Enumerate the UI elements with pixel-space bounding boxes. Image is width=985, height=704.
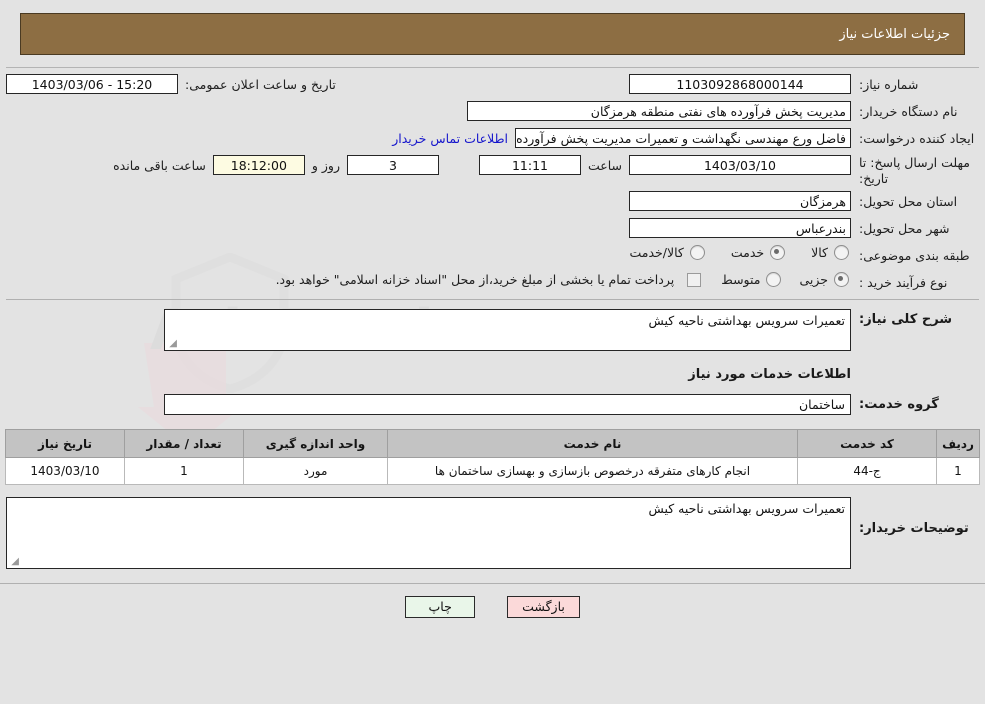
row-need-number: شماره نیاز: 1103092868000144 تاریخ و ساع… [6,74,979,96]
th-need-date: تاریخ نیاز [5,429,125,459]
process-radio-group: جزیی متوسط [705,272,851,288]
cell-quantity: 1 [124,457,244,486]
creator-field[interactable]: فاضل ورع مهندسی نگهداشت و تعمیرات مدیریت… [515,128,851,148]
th-unit: واحد اندازه گیری [243,429,388,459]
category-radio-service[interactable] [770,245,786,261]
remaining-word-label: ساعت باقی مانده [113,157,206,173]
resize-grip-icon-notes[interactable]: ◢ [9,557,19,567]
back-button[interactable]: بازگشت [507,596,580,619]
row-request-creator: ایجاد کننده درخواست: فاضل ورع مهندسی نگه… [6,128,979,150]
process-label: نوع فرآیند خرید : [859,275,948,291]
heading-spacer [851,351,979,390]
deadline-date-field[interactable]: 1403/03/10 [629,155,851,175]
row-city: شهر محل تحویل: بندرعباس [6,218,979,240]
resize-grip-icon[interactable]: ◢ [167,339,177,349]
cell-unit: مورد [243,457,388,486]
th-service-name: نام خدمت [387,429,798,459]
process-radio-medium[interactable] [766,272,782,288]
need-number-field[interactable]: 1103092868000144 [629,74,851,94]
row-buyer-org: نام دستگاه خریدار: مدیریت پخش فرآورده ها… [6,101,979,123]
days-word-label: روز و [311,157,340,173]
row-deadline: مهلت ارسال پاسخ: تا تاریخ: 1403/03/10 سا… [6,155,979,186]
table-row[interactable]: 1 ج-44 انجام کارهای متفرقه درخصوص بازساز… [5,457,980,486]
row-province: استان محل تحویل: هرمزگان [6,191,979,213]
page-title: جزئیات اطلاعات نیاز [839,26,950,42]
treasury-checkbox[interactable] [687,272,702,287]
print-button[interactable]: چاپ [405,596,476,619]
services-table: ردیف کد خدمت نام خدمت واحد اندازه گیری ت… [5,429,980,486]
cell-service-code: ج-44 [797,457,937,486]
province-field[interactable]: هرمزگان [629,191,851,212]
buyer-org-label: نام دستگاه خریدار: [859,104,958,119]
city-label: شهر محل تحویل: [859,221,950,237]
deadline-label: مهلت ارسال پاسخ: تا تاریخ: [859,155,970,186]
description-section: شرح کلی نیاز: تعمیرات سرویس بهداشتی ناحی… [6,309,979,416]
row-service-group: گروه خدمت: ساختمان [6,394,979,416]
panel-divider [6,299,979,301]
page-title-bar: جزئیات اطلاعات نیاز [20,13,965,55]
hour-word-label: ساعت [587,157,622,173]
need-info-panel: شماره نیاز: 1103092868000144 تاریخ و ساع… [6,67,979,301]
category-radio-goods[interactable] [834,245,849,261]
row-category: طبقه بندی موضوعی: کالا خدمت کالا/خدمت [6,245,979,267]
description-text: تعمیرات سرویس بهداشتی ناحیه کیش [648,313,845,329]
days-left-field[interactable]: 3 [346,155,439,175]
description-textarea[interactable]: تعمیرات سرویس بهداشتی ناحیه کیش ◢ [164,309,851,352]
process-label-minor[interactable]: جزیی [799,272,828,287]
service-group-field[interactable]: ساختمان [164,394,851,416]
public-announce-label: تاریخ و ساعت اعلان عمومی: [185,76,336,92]
cell-need-date: 1403/03/10 [5,457,125,486]
category-label-goods-service[interactable]: کالا/خدمت [629,245,683,260]
category-label: طبقه بندی موضوعی: [859,248,970,264]
description-label: شرح کلی نیاز: [859,312,953,328]
buyer-org-field[interactable]: مدیریت پخش فرآورده های نفتی منطقه هرمزگا… [467,101,851,121]
process-radio-minor[interactable] [834,272,849,288]
treasury-checkbox-label[interactable]: پرداخت تمام یا بخشی از مبلغ خرید،از محل … [269,272,682,287]
deadline-time-field[interactable]: 11:11 [478,155,581,175]
category-label-service[interactable]: خدمت [731,245,764,260]
need-number-label: شماره نیاز: [859,77,919,92]
services-heading-wrap: اطلاعات خدمات مورد نیاز [6,351,979,390]
buyer-notes-section: توضیحات خریدار: تعمیرات سرویس بهداشتی نا… [6,497,979,570]
services-table-wrap: ردیف کد خدمت نام خدمت واحد اندازه گیری ت… [5,429,980,486]
row-description: شرح کلی نیاز: تعمیرات سرویس بهداشتی ناحی… [6,309,979,352]
buyer-notes-text: تعمیرات سرویس بهداشتی ناحیه کیش [648,501,845,517]
remaining-time-field[interactable]: 18:12:00 [212,155,305,175]
buyer-contact-link[interactable]: اطلاعات تماس خریدار [385,131,515,146]
buyer-notes-label: توضیحات خریدار: [859,521,969,537]
cell-service-name: انجام کارهای متفرقه درخصوص بازسازی و بهس… [387,457,798,486]
page-root: جزئیات اطلاعات نیاز شماره نیاز: 11030928… [0,13,985,619]
category-label-goods[interactable]: کالا [811,245,828,260]
service-group-label: گروه خدمت: [859,397,939,413]
table-header-row: ردیف کد خدمت نام خدمت واحد اندازه گیری ت… [5,429,980,459]
buyer-notes-textarea[interactable]: تعمیرات سرویس بهداشتی ناحیه کیش ◢ [6,497,851,570]
category-radio-group: کالا خدمت کالا/خدمت [605,245,851,261]
process-label-medium[interactable]: متوسط [721,272,760,287]
cell-row-index: 1 [936,457,980,486]
th-service-code: کد خدمت [797,429,937,459]
creator-label: ایجاد کننده درخواست: [859,131,975,146]
footer-divider [0,583,985,585]
city-field[interactable]: بندرعباس [629,218,851,239]
services-section-heading: اطلاعات خدمات مورد نیاز [688,367,851,383]
row-process: نوع فرآیند خرید : جزیی متوسط پرداخت تمام… [6,272,979,294]
th-quantity: تعداد / مقدار [124,429,244,459]
category-radio-goods-service[interactable] [689,245,705,261]
public-announce-field[interactable]: 15:20 - 1403/03/06 [6,74,178,94]
province-label: استان محل تحویل: [859,194,958,210]
footer-button-bar: بازگشت چاپ [0,596,985,619]
th-row-index: ردیف [936,429,980,459]
